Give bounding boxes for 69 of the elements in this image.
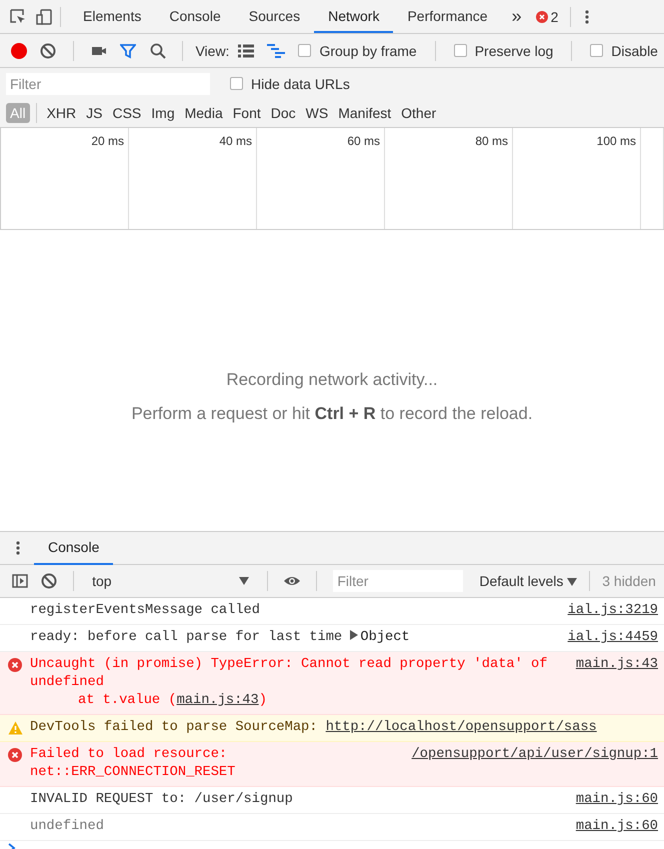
type-filter-button[interactable]: XHR: [42, 103, 80, 123]
warning-icon: [8, 721, 22, 735]
filter-icon[interactable]: [120, 42, 136, 58]
time-tick-label: 80 ms: [475, 134, 508, 148]
stack-trace-line: at t.value (main.js:43): [78, 693, 267, 708]
source-link[interactable]: /opensupport/api/user/signup:1: [412, 746, 658, 764]
dropdown-caret-icon: [238, 577, 249, 585]
source-link[interactable]: ial.js:3219: [568, 602, 658, 620]
sidebar-toggle-icon[interactable]: [12, 573, 28, 589]
time-tick-label: 20 ms: [91, 134, 124, 148]
message-text: undefined: [30, 819, 104, 834]
type-filter-button[interactable]: Media: [180, 103, 227, 123]
checkbox-label: Disable: [611, 42, 658, 58]
log-levels-select[interactable]: Default levels: [471, 573, 586, 589]
waterfall-view-icon[interactable]: [266, 44, 286, 58]
panel-tab[interactable]: Performance: [393, 0, 502, 33]
type-filter-button[interactable]: Manifest: [334, 103, 396, 123]
type-filter-button[interactable]: Font: [228, 103, 265, 123]
record-button[interactable]: [10, 42, 28, 60]
checkbox[interactable]: [590, 44, 604, 57]
message-text: ready: before call parse for last time: [30, 630, 342, 645]
type-filter-button[interactable]: WS: [302, 103, 332, 123]
clear-icon[interactable]: [40, 42, 56, 58]
type-filter-button[interactable]: Doc: [266, 103, 300, 123]
source-link[interactable]: main.js:60: [576, 791, 658, 809]
more-tabs-button[interactable]: »: [502, 6, 532, 27]
context-select[interactable]: top: [86, 573, 255, 589]
clear-console-icon[interactable]: [40, 573, 57, 589]
panel-tab[interactable]: Sources: [234, 0, 314, 33]
expand-triangle-icon: [350, 630, 358, 640]
device-icon[interactable]: [36, 8, 52, 24]
time-tick-label: 40 ms: [219, 134, 252, 148]
type-filter-button[interactable]: Img: [147, 103, 179, 123]
time-tick-label: 60 ms: [347, 134, 380, 148]
checkbox-label: Preserve log: [474, 42, 554, 58]
error-count-badge[interactable]: 2: [532, 8, 562, 24]
list-view-icon[interactable]: [237, 44, 256, 58]
message-text: DevTools failed to parse SourceMap: http://localhost/opensupport/sass: [30, 720, 597, 735]
checkbox-label: Hide data URLs: [251, 76, 350, 92]
message-text: registerEventsMessage called: [30, 603, 260, 618]
console-filter-field[interactable]: Filter: [333, 570, 464, 592]
type-filter-button[interactable]: Other: [397, 103, 440, 123]
type-filter-button[interactable]: CSS: [108, 103, 146, 123]
message-text: Failed to load resource: net::ERR_CONNECTION_RESET: [30, 747, 236, 780]
time-tick-label: 100 ms: [596, 134, 636, 148]
inspect-icon[interactable]: [10, 8, 26, 24]
message-text: INVALID REQUEST to: /user/signup: [30, 792, 293, 807]
search-icon[interactable]: [150, 42, 166, 58]
error-icon: [8, 658, 22, 672]
source-link[interactable]: ial.js:4459: [568, 629, 658, 647]
checkbox-label: Group by frame: [319, 42, 417, 58]
panel-tab[interactable]: Elements: [69, 0, 156, 33]
filter-field[interactable]: Filter: [6, 72, 210, 94]
object-toggle[interactable]: Object: [350, 630, 410, 645]
error-icon: [8, 748, 22, 762]
view-label: View:: [195, 42, 230, 58]
empty-state-hint: Perform a request or hit Ctrl + R to record the reload.: [131, 404, 533, 424]
trace-link[interactable]: main.js:43: [176, 693, 259, 708]
source-link[interactable]: main.js:60: [576, 818, 658, 836]
checkbox[interactable]: [230, 77, 243, 90]
hidden-count: 3 hidden: [601, 573, 657, 589]
dropdown-caret-icon: [567, 578, 578, 586]
checkbox[interactable]: [454, 44, 467, 57]
checkbox[interactable]: [298, 44, 312, 57]
empty-state-title: Recording network activity...: [226, 370, 438, 390]
panel-tab[interactable]: Console: [155, 0, 235, 33]
type-filter-button[interactable]: JS: [82, 103, 106, 123]
source-map-link[interactable]: http://localhost/opensupport/sass: [326, 720, 597, 735]
source-link[interactable]: main.js:43: [576, 656, 658, 674]
